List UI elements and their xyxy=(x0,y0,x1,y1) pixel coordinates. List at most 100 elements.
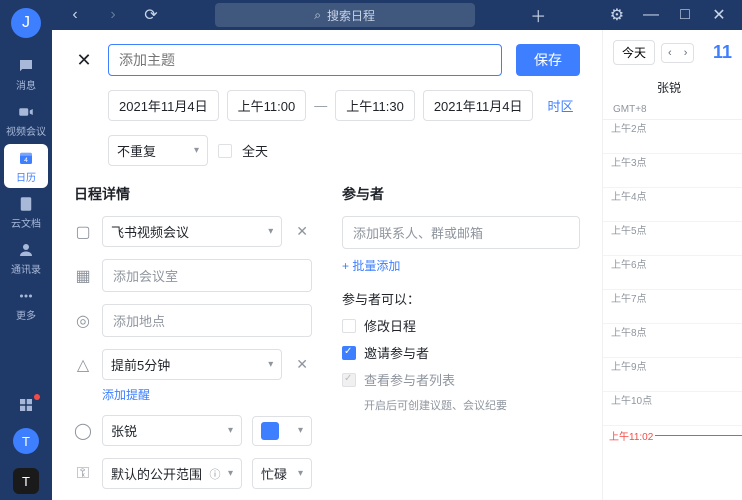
day-number: 11 xyxy=(713,42,732,63)
user-avatar[interactable]: J xyxy=(11,8,41,38)
start-date-picker[interactable]: 2021年11月4日 xyxy=(108,90,219,121)
end-time-picker[interactable]: 上午11:30 xyxy=(335,90,415,121)
clear-meeting-button[interactable]: ✕ xyxy=(292,223,312,240)
nav-label: 日历 xyxy=(16,169,36,184)
save-button[interactable]: 保存 xyxy=(516,44,580,76)
nav-calendar[interactable]: 4 日历 xyxy=(4,144,48,188)
start-time-picker[interactable]: 上午11:00 xyxy=(227,90,307,121)
nav-more[interactable]: 更多 xyxy=(4,282,48,326)
timezone-label: GMT+8 xyxy=(603,104,742,119)
minimize-button[interactable]: ― xyxy=(636,0,666,30)
busy-select[interactable]: 忙碌▾ xyxy=(252,458,312,489)
perm-invite-checkbox[interactable] xyxy=(342,346,356,360)
perm-view-label: 查看参与者列表 xyxy=(364,370,455,389)
svg-text:4: 4 xyxy=(24,156,28,163)
participants-heading: 参与者 xyxy=(342,184,580,204)
perm-invite-label: 邀请参与者 xyxy=(364,343,429,362)
refresh-button[interactable]: ⟳ xyxy=(136,0,166,30)
person-icon: ◯ xyxy=(74,421,92,441)
nav-label: 视频会议 xyxy=(6,123,46,138)
repeat-select[interactable]: 不重复▾ xyxy=(108,135,208,166)
forward-button[interactable]: › xyxy=(98,0,128,30)
perm-heading: 参与者可以： xyxy=(342,289,580,308)
color-select[interactable]: ▾ xyxy=(252,416,312,446)
prev-day-button[interactable]: ‹ xyxy=(662,44,678,62)
nav-contacts[interactable]: 通讯录 xyxy=(4,236,48,280)
reminder-select[interactable]: 提前5分钟▾ xyxy=(102,349,282,380)
chevron-down-icon: ▾ xyxy=(298,425,303,436)
hour-row: 上午2点 xyxy=(603,120,742,154)
next-day-button[interactable]: › xyxy=(678,44,694,62)
chevron-down-icon: ▾ xyxy=(298,468,303,479)
badge-dot xyxy=(34,394,40,400)
contacts-icon xyxy=(17,241,35,259)
maximize-button[interactable]: □ xyxy=(670,0,700,30)
add-button[interactable]: ＋ xyxy=(523,0,553,30)
chevron-down-icon: ▾ xyxy=(194,145,199,156)
left-sidebar: J 消息 视频会议 4 日历 云文档 通讯录 更多 T xyxy=(0,0,52,500)
video-icon xyxy=(17,103,35,121)
perm-view-checkbox xyxy=(342,373,356,387)
lock-icon: ⚿ xyxy=(74,465,92,483)
calendar-owner: 张锐 xyxy=(603,75,742,104)
end-date-picker[interactable]: 2021年11月4日 xyxy=(423,90,534,121)
now-indicator: 上午11:02 xyxy=(607,428,742,443)
location-input[interactable]: 添加地点 xyxy=(102,304,312,337)
owner-select[interactable]: 张锐▾ xyxy=(102,415,242,446)
hour-row: 上午8点 xyxy=(603,324,742,358)
perm-edit-label: 修改日程 xyxy=(364,316,416,335)
event-title-input[interactable] xyxy=(108,44,502,76)
calendar-panel: 今天 ‹› 11 张锐 GMT+8 上午2点 上午3点 上午4点 上午5点 上午… xyxy=(602,30,742,500)
room-input[interactable]: 添加会议室 xyxy=(102,259,312,292)
nav-messages[interactable]: 消息 xyxy=(4,52,48,96)
add-reminder-link[interactable]: 添加提醒 xyxy=(102,386,150,403)
now-time-label: 上午11:02 xyxy=(607,428,655,443)
timezone-link[interactable]: 时区 xyxy=(547,96,573,115)
clear-reminder-button[interactable]: ✕ xyxy=(292,356,312,373)
calendar-icon: 4 xyxy=(17,149,35,167)
bulk-add-link[interactable]: + 批量添加 xyxy=(342,259,400,273)
visibility-select[interactable]: 默认的公开范围ⓘ▾ xyxy=(102,458,242,489)
close-button[interactable]: ✕ xyxy=(704,0,734,30)
perm-edit-checkbox[interactable] xyxy=(342,319,356,333)
titlebar: ‹ › ⟳ ⌕ 搜索日程 ＋ ⚙ ― □ ✕ xyxy=(52,0,742,30)
hour-row: 上午10点 xyxy=(603,392,742,426)
chevron-down-icon: ▾ xyxy=(268,226,273,237)
nav-video[interactable]: 视频会议 xyxy=(4,98,48,142)
detail-heading: 日程详情 xyxy=(74,184,312,204)
participants-input[interactable]: 添加联系人、群或邮箱 xyxy=(342,216,580,249)
settings-icon[interactable]: ⚙ xyxy=(602,0,632,30)
hour-row: 上午3点 xyxy=(603,154,742,188)
nav-label: 更多 xyxy=(16,307,36,322)
color-swatch xyxy=(261,422,279,440)
dash: — xyxy=(314,98,327,113)
hour-row: 上午4点 xyxy=(603,188,742,222)
hour-row: 上午7点 xyxy=(603,290,742,324)
room-icon: ▦ xyxy=(74,266,92,286)
chevron-down-icon: ▾ xyxy=(268,359,273,370)
workspace-avatar-1[interactable]: T xyxy=(13,428,39,454)
nav-app[interactable] xyxy=(4,390,48,420)
search-placeholder: 搜索日程 xyxy=(327,7,375,24)
app-icon xyxy=(17,396,35,414)
meeting-type-select[interactable]: 飞书视频会议▾ xyxy=(102,216,282,247)
hour-row: 上午6点 xyxy=(603,256,742,290)
nav-label: 云文档 xyxy=(11,215,41,230)
docs-icon xyxy=(17,195,35,213)
search-icon: ⌕ xyxy=(314,8,321,23)
video-icon: ▢ xyxy=(74,222,92,242)
workspace-avatar-2[interactable]: T xyxy=(13,468,39,494)
location-icon: ◎ xyxy=(74,311,92,331)
all-day-checkbox[interactable] xyxy=(218,144,232,158)
all-day-label: 全天 xyxy=(242,141,268,160)
nav-label: 消息 xyxy=(16,77,36,92)
back-button[interactable]: ‹ xyxy=(60,0,90,30)
close-form-button[interactable]: ✕ xyxy=(74,50,94,71)
chevron-down-icon: ▾ xyxy=(228,468,233,479)
nav-docs[interactable]: 云文档 xyxy=(4,190,48,234)
search-input[interactable]: ⌕ 搜索日程 xyxy=(215,3,475,27)
hour-row: 上午5点 xyxy=(603,222,742,256)
today-button[interactable]: 今天 xyxy=(613,40,655,65)
chat-icon xyxy=(17,57,35,75)
timeline[interactable]: 上午2点 上午3点 上午4点 上午5点 上午6点 上午7点 上午8点 上午9点 … xyxy=(603,119,742,500)
